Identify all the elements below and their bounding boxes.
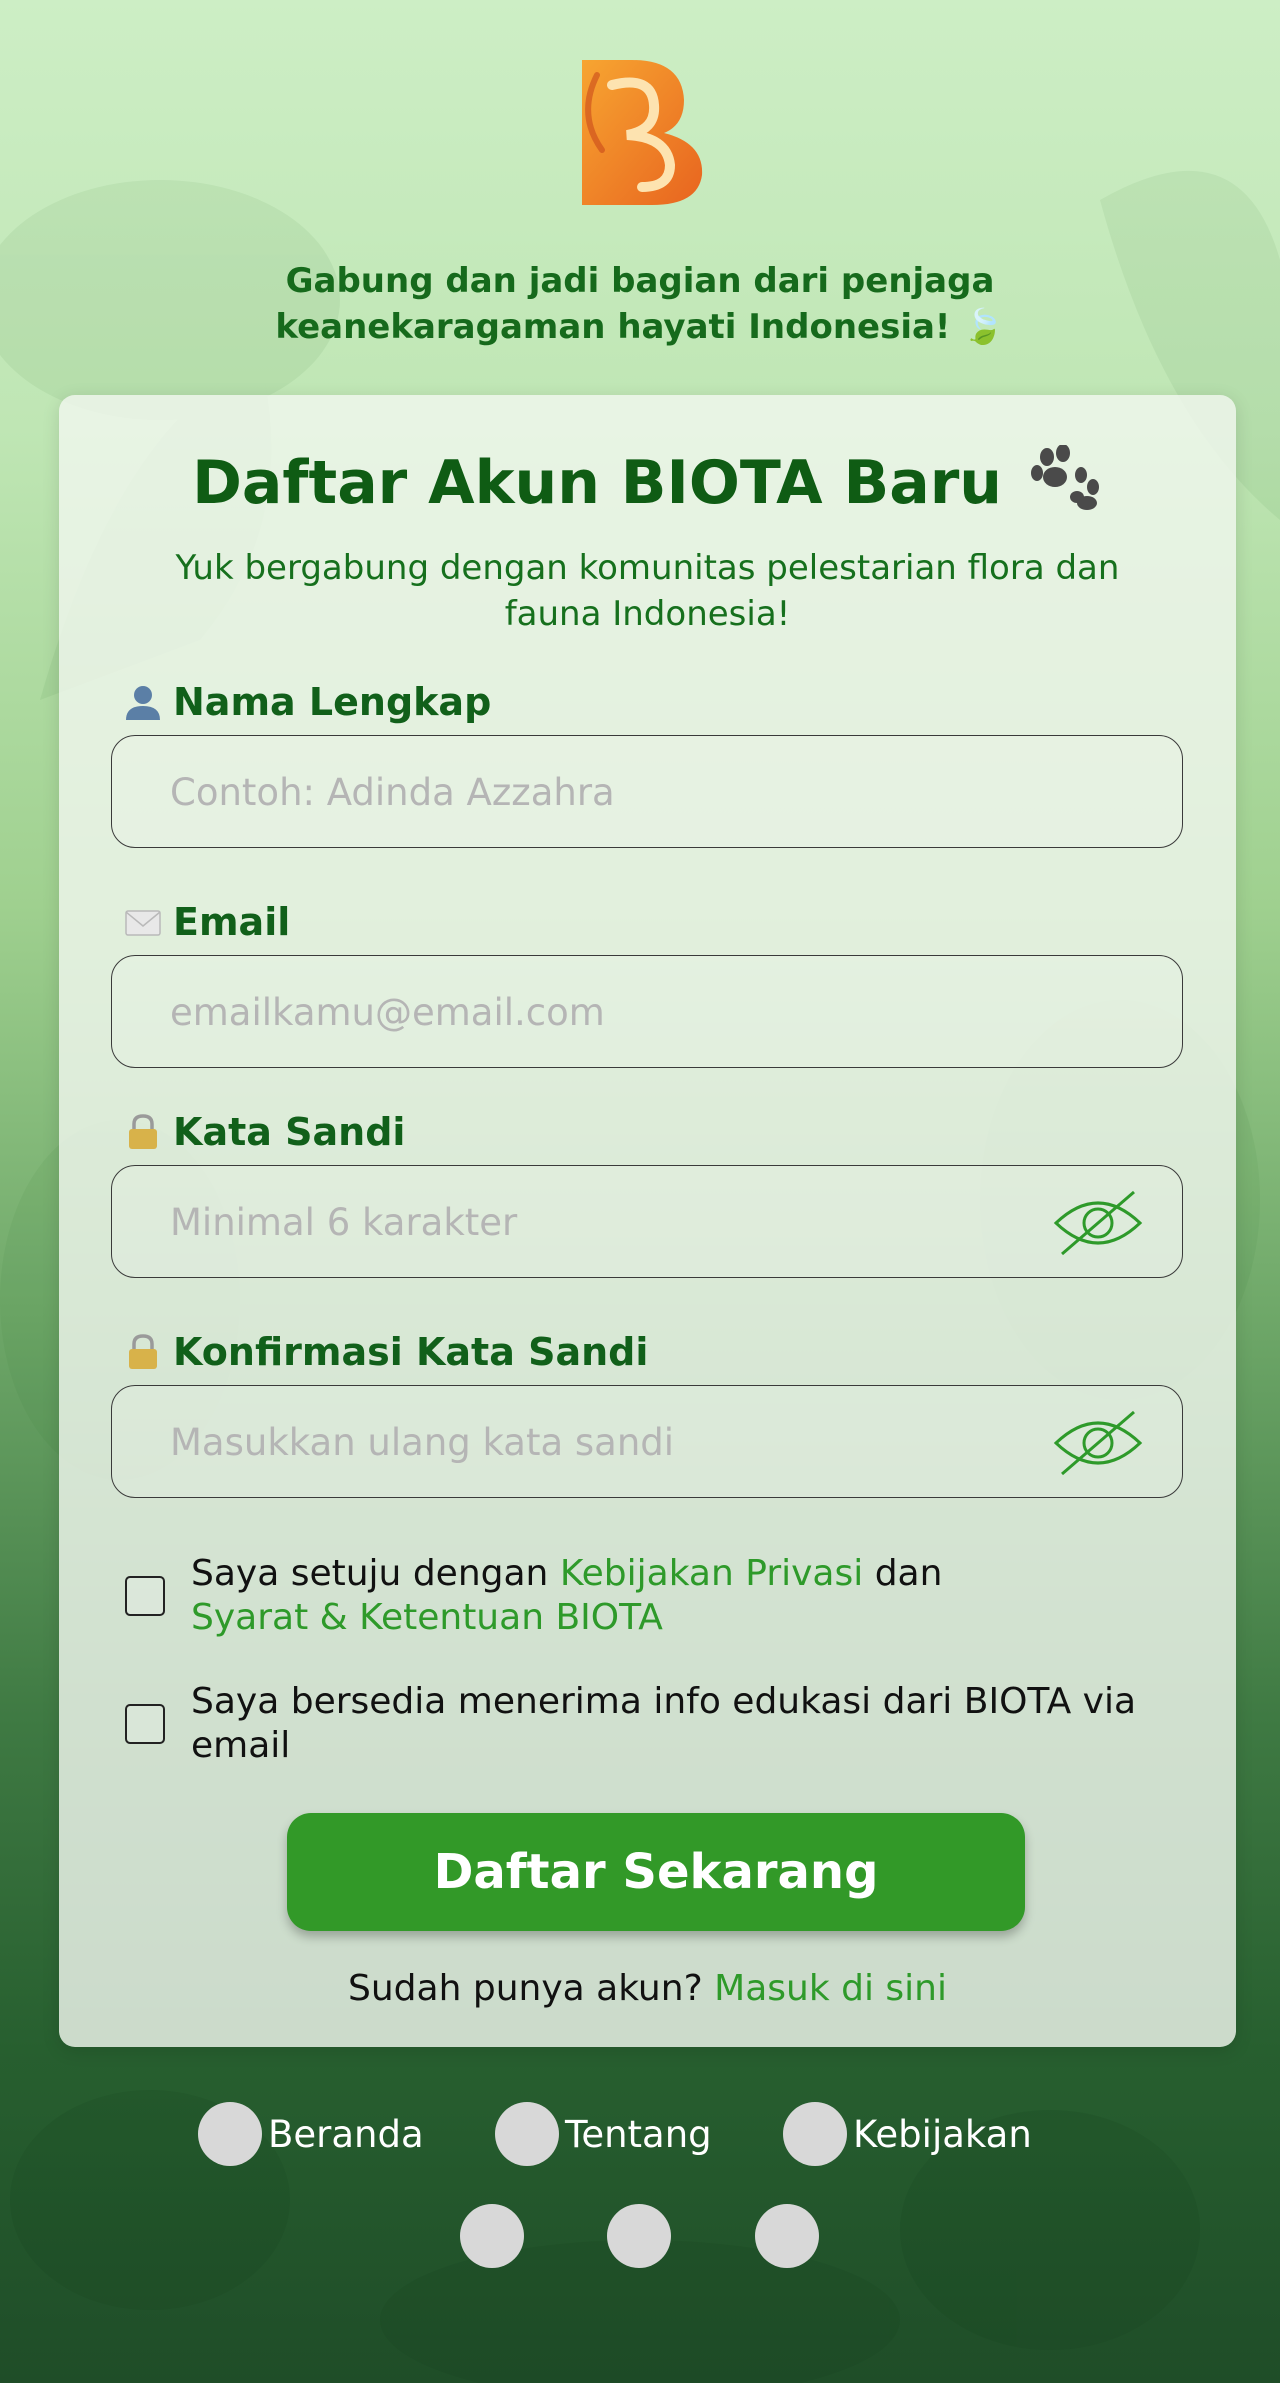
fullname-label: Nama Lengkap bbox=[123, 677, 491, 727]
eye-slash-icon[interactable] bbox=[1052, 1188, 1144, 1258]
agree-terms-row: Saya setuju dengan Kebijakan Privasi dan… bbox=[125, 1552, 1205, 1640]
social-icon-3[interactable] bbox=[755, 2204, 819, 2268]
confirm-password-label: Konfirmasi Kata Sandi bbox=[123, 1327, 648, 1377]
eye-slash-icon[interactable] bbox=[1052, 1408, 1144, 1478]
form-subtitle: Yuk bergabung dengan komunitas pelestari… bbox=[175, 548, 1120, 634]
social-icon-2[interactable] bbox=[607, 2204, 671, 2268]
form-title-text: Daftar Akun BIOTA Baru bbox=[192, 448, 1002, 518]
social-icon-1[interactable] bbox=[460, 2204, 524, 2268]
newsletter-text: Saya bersedia menerima info edukasi dari… bbox=[191, 1681, 1137, 1766]
footer-nav-label: Kebijakan bbox=[853, 2112, 1032, 2156]
email-label: Email bbox=[123, 897, 290, 947]
password-label: Kata Sandi bbox=[123, 1107, 405, 1157]
fullname-input[interactable] bbox=[168, 736, 1052, 849]
confirm-password-label-text: Konfirmasi Kata Sandi bbox=[173, 1330, 649, 1374]
fullname-field[interactable] bbox=[111, 735, 1183, 849]
home-icon bbox=[198, 2102, 262, 2166]
tagline-line-1: Gabung dan jadi bagian dari penjaga bbox=[285, 261, 995, 301]
fullname-label-text: Nama Lengkap bbox=[173, 680, 492, 724]
terms-link[interactable]: Syarat & Ketentuan BIOTA bbox=[191, 1597, 663, 1638]
password-label-text: Kata Sandi bbox=[173, 1110, 406, 1154]
footer-nav-label: Beranda bbox=[268, 2112, 424, 2156]
lock-icon bbox=[129, 1334, 157, 1369]
confirm-password-field[interactable] bbox=[111, 1385, 1183, 1499]
form-title: Daftar Akun BIOTA Baru bbox=[59, 443, 1236, 523]
login-prompt: Sudah punya akun? bbox=[348, 1968, 703, 2009]
footer-nav-tentang[interactable]: Tentang bbox=[495, 2102, 712, 2166]
biota-logo bbox=[582, 60, 703, 205]
footer-nav-beranda[interactable]: Beranda bbox=[198, 2102, 424, 2166]
paw-icon bbox=[1030, 445, 1099, 510]
login-link[interactable]: Masuk di sini bbox=[714, 1968, 947, 2009]
tagline: Gabung dan jadi bagian dari penjaga kean… bbox=[240, 258, 1040, 350]
person-icon bbox=[126, 686, 160, 720]
lock-icon bbox=[129, 1114, 157, 1149]
agree-terms-text: Saya setuju dengan Kebijakan Privasi dan… bbox=[191, 1552, 942, 1640]
agree-prefix: Saya setuju dengan bbox=[191, 1553, 549, 1594]
password-input[interactable] bbox=[168, 1166, 1052, 1279]
register-card: Daftar Akun BIOTA Baru Yuk bergabung den… bbox=[59, 395, 1236, 2047]
agree-terms-checkbox[interactable] bbox=[125, 1576, 165, 1616]
policy-icon bbox=[783, 2102, 847, 2166]
privacy-policy-link[interactable]: Kebijakan Privasi bbox=[560, 1553, 863, 1594]
password-field[interactable] bbox=[111, 1165, 1183, 1279]
login-prompt-row: Sudah punya akun? Masuk di sini bbox=[59, 1968, 1236, 2009]
newsletter-checkbox[interactable] bbox=[125, 1704, 165, 1744]
tagline-line-2: keanekaragaman hayati Indonesia! 🍃 bbox=[275, 307, 1005, 347]
agree-mid: dan bbox=[874, 1553, 943, 1594]
envelope-icon bbox=[125, 910, 161, 936]
footer-nav: Beranda Tentang Kebijakan bbox=[0, 2102, 1280, 2166]
newsletter-row: Saya bersedia menerima info edukasi dari… bbox=[125, 1680, 1205, 1768]
info-icon bbox=[495, 2102, 559, 2166]
footer-nav-label: Tentang bbox=[565, 2112, 712, 2156]
confirm-password-input[interactable] bbox=[168, 1386, 1052, 1499]
email-input[interactable] bbox=[168, 956, 1052, 1069]
email-field[interactable] bbox=[111, 955, 1183, 1069]
footer-nav-kebijakan[interactable]: Kebijakan bbox=[783, 2102, 1032, 2166]
email-label-text: Email bbox=[173, 900, 291, 944]
register-button[interactable]: Daftar Sekarang bbox=[287, 1813, 1025, 1931]
